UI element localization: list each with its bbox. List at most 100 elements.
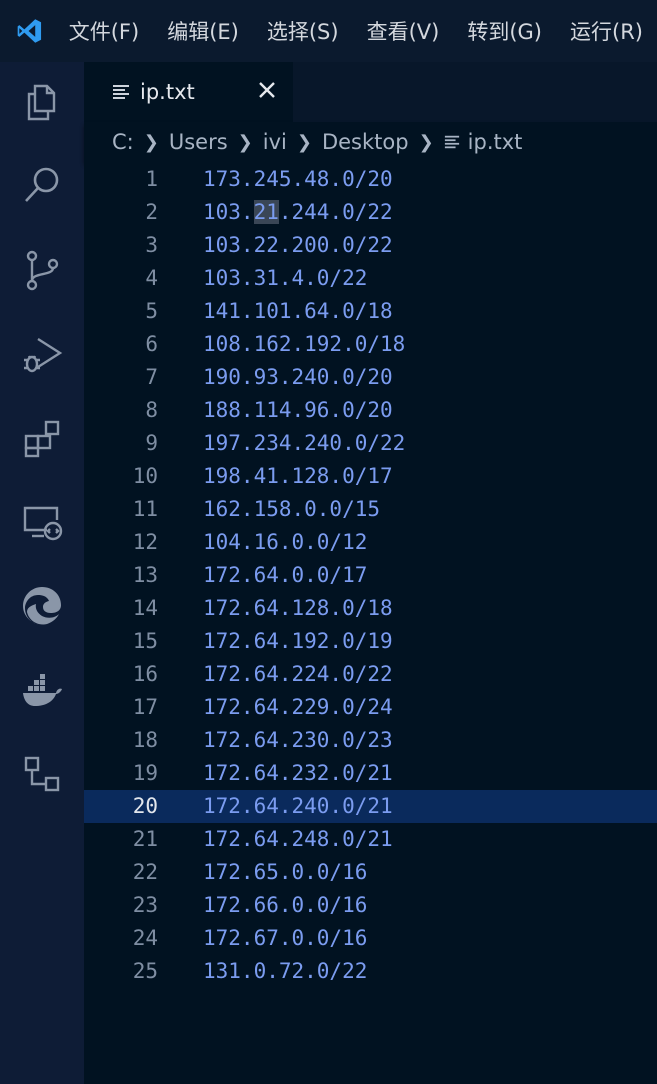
- source-control-icon[interactable]: [18, 246, 66, 294]
- line-text[interactable]: 103.31.4.0/22: [203, 262, 367, 295]
- chevron-right-icon: ❯: [296, 131, 312, 153]
- line-text[interactable]: 108.162.192.0/18: [203, 328, 405, 361]
- title-bar: 文件(F) 编辑(E) 选择(S) 查看(V) 转到(G) 运行(R): [0, 0, 657, 62]
- line-number: 4: [145, 266, 158, 290]
- line-number: 21: [132, 827, 158, 851]
- line-text[interactable]: 141.101.64.0/18: [203, 295, 393, 328]
- code-line[interactable]: 7 190.93.240.0/20: [84, 361, 657, 394]
- extensions-icon[interactable]: [18, 414, 66, 462]
- line-number: 22: [132, 860, 158, 884]
- chevron-right-icon: ❯: [418, 131, 434, 153]
- line-text[interactable]: 172.64.128.0/18: [203, 592, 393, 625]
- line-text[interactable]: 162.158.0.0/15: [203, 493, 380, 526]
- menu-go[interactable]: 转到(G): [453, 0, 556, 62]
- breadcrumb-users[interactable]: Users: [169, 130, 228, 154]
- remote-explorer-icon[interactable]: [18, 498, 66, 546]
- match-highlight: 21: [253, 200, 279, 224]
- line-text[interactable]: 188.114.96.0/20: [203, 394, 393, 427]
- code-line[interactable]: 24 172.67.0.0/16: [84, 922, 657, 955]
- line-number: 10: [132, 464, 158, 488]
- code-line[interactable]: 8 188.114.96.0/20: [84, 394, 657, 427]
- code-line[interactable]: 19 172.64.232.0/21: [84, 757, 657, 790]
- line-text[interactable]: 173.245.48.0/20: [203, 163, 393, 196]
- breadcrumb-file[interactable]: ip.txt: [468, 130, 523, 154]
- close-icon[interactable]: [255, 78, 279, 102]
- line-text[interactable]: 104.16.0.0/12: [203, 526, 367, 559]
- code-line[interactable]: 16 172.64.224.0/22: [84, 658, 657, 691]
- code-line[interactable]: 4 103.31.4.0/22: [84, 262, 657, 295]
- edge-icon[interactable]: [18, 582, 66, 630]
- menu-edit[interactable]: 编辑(E): [153, 0, 253, 62]
- line-number: 15: [132, 629, 158, 653]
- code-line[interactable]: 25 131.0.72.0/22: [84, 955, 657, 988]
- line-text[interactable]: 172.64.0.0/17: [203, 559, 367, 592]
- line-number: 6: [145, 332, 158, 356]
- line-text[interactable]: 131.0.72.0/22: [203, 955, 367, 988]
- menu-file[interactable]: 文件(F): [55, 0, 153, 62]
- line-text[interactable]: 172.65.0.0/16: [203, 856, 367, 889]
- line-text[interactable]: 172.64.240.0/21: [203, 790, 393, 823]
- line-text[interactable]: 103.21.244.0/22: [203, 196, 393, 229]
- text-file-icon: [113, 85, 129, 99]
- tab-label: ip.txt: [140, 80, 195, 104]
- breadcrumb-ivi[interactable]: ivi: [263, 130, 287, 154]
- code-line[interactable]: 20 172.64.240.0/21: [84, 790, 657, 823]
- code-line[interactable]: 9 197.234.240.0/22: [84, 427, 657, 460]
- menu-view[interactable]: 查看(V): [353, 0, 454, 62]
- line-number: 18: [132, 728, 158, 752]
- explorer-icon[interactable]: [18, 78, 66, 126]
- line-text[interactable]: 103.22.200.0/22: [203, 229, 393, 262]
- line-number: 1: [145, 167, 158, 191]
- text-file-icon: [444, 135, 459, 149]
- line-text[interactable]: 172.64.229.0/24: [203, 691, 393, 724]
- code-line[interactable]: 13 172.64.0.0/17: [84, 559, 657, 592]
- breadcrumb-drive[interactable]: C:: [112, 130, 134, 154]
- code-line[interactable]: 1 173.245.48.0/20: [84, 163, 657, 196]
- scm-graph-icon[interactable]: [18, 750, 66, 798]
- line-number: 12: [132, 530, 158, 554]
- code-line[interactable]: 14 172.64.128.0/18: [84, 592, 657, 625]
- code-line[interactable]: 5 141.101.64.0/18: [84, 295, 657, 328]
- code-line[interactable]: 17 172.64.229.0/24: [84, 691, 657, 724]
- line-text[interactable]: 172.64.248.0/21: [203, 823, 393, 856]
- editor[interactable]: 1 173.245.48.0/20 2 103.21.244.0/22 3 103.22.…: [84, 162, 657, 1084]
- activity-bar: [0, 62, 84, 1084]
- code-line[interactable]: 10 198.41.128.0/17: [84, 460, 657, 493]
- run-debug-icon[interactable]: [18, 330, 66, 378]
- line-text[interactable]: 172.64.224.0/22: [203, 658, 393, 691]
- line-text[interactable]: 190.93.240.0/20: [203, 361, 393, 394]
- tab-ip-txt[interactable]: ip.txt: [84, 62, 293, 122]
- line-number: 24: [132, 926, 158, 950]
- tab-bar: ip.txt: [84, 62, 657, 122]
- line-text[interactable]: 197.234.240.0/22: [203, 427, 405, 460]
- code-line[interactable]: 23 172.66.0.0/16: [84, 889, 657, 922]
- vscode-logo-icon[interactable]: [16, 15, 43, 47]
- code-line[interactable]: 12 104.16.0.0/12: [84, 526, 657, 559]
- code-line[interactable]: 6 108.162.192.0/18: [84, 328, 657, 361]
- line-text[interactable]: 172.66.0.0/16: [203, 889, 367, 922]
- code-line[interactable]: 22 172.65.0.0/16: [84, 856, 657, 889]
- search-icon[interactable]: [18, 161, 66, 209]
- line-text[interactable]: 172.64.192.0/19: [203, 625, 393, 658]
- docker-icon[interactable]: [18, 666, 66, 714]
- chevron-right-icon: ❯: [143, 131, 159, 153]
- code-line[interactable]: 21 172.64.248.0/21: [84, 823, 657, 856]
- line-number: 2: [145, 200, 158, 224]
- line-number: 8: [145, 398, 158, 422]
- breadcrumb-desktop[interactable]: Desktop: [322, 130, 409, 154]
- line-text[interactable]: 198.41.128.0/17: [203, 460, 393, 493]
- line-number: 11: [132, 497, 158, 521]
- code-line[interactable]: 3 103.22.200.0/22: [84, 229, 657, 262]
- code-line[interactable]: 11 162.158.0.0/15: [84, 493, 657, 526]
- code-line[interactable]: 2 103.21.244.0/22: [84, 196, 657, 229]
- menu-run[interactable]: 运行(R): [556, 0, 657, 62]
- line-text[interactable]: 172.67.0.0/16: [203, 922, 367, 955]
- code-line[interactable]: 18 172.64.230.0/23: [84, 724, 657, 757]
- code-line[interactable]: 15 172.64.192.0/19: [84, 625, 657, 658]
- menu-selection[interactable]: 选择(S): [253, 0, 353, 62]
- line-number: 13: [132, 563, 158, 587]
- line-number: 17: [132, 695, 158, 719]
- line-text[interactable]: 172.64.232.0/21: [203, 757, 393, 790]
- line-text[interactable]: 172.64.230.0/23: [203, 724, 393, 757]
- breadcrumb: C: ❯ Users ❯ ivi ❯ Desktop ❯ ip.txt: [84, 122, 657, 162]
